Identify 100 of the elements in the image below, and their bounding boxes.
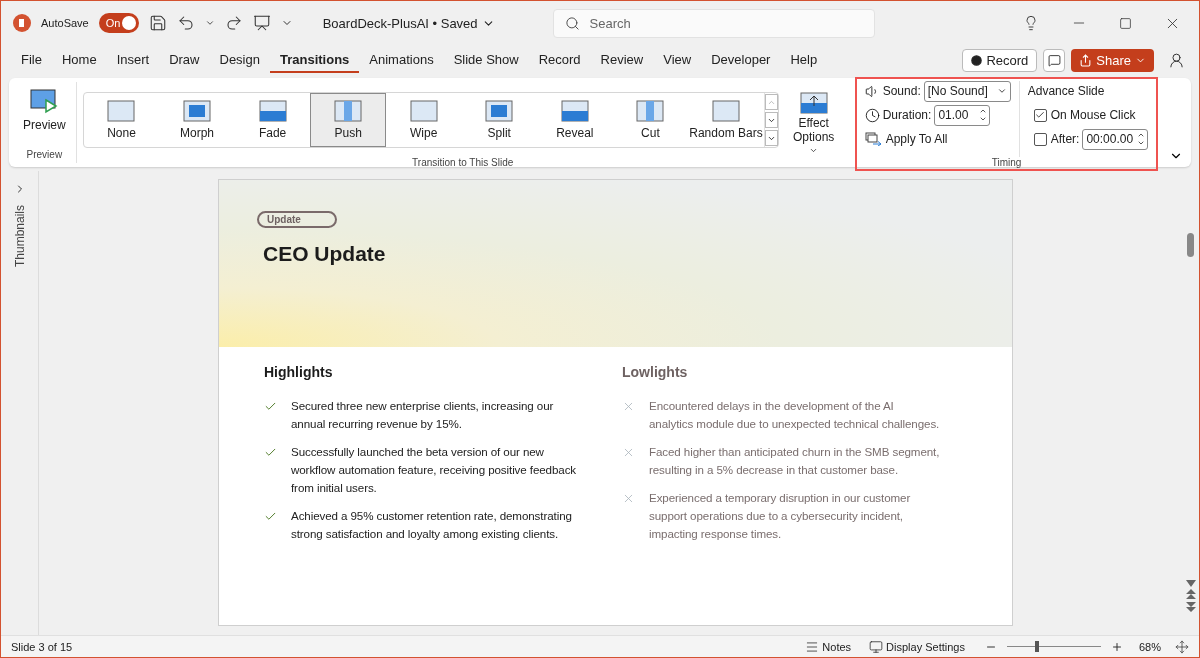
bullet-text: Encountered delays in the development of the AI analytics module due to unexpected technical challenges.	[649, 398, 940, 432]
comment-icon	[1047, 54, 1061, 67]
transition-icon	[560, 100, 589, 122]
transition-icon	[107, 100, 136, 122]
thumbnails-label[interactable]: Thumbnails	[12, 205, 27, 268]
transition-option[interactable]: Random Bars	[688, 93, 764, 147]
menu-tab[interactable]: Help	[780, 48, 828, 73]
advance-slide-label: Advance Slide	[1027, 84, 1105, 98]
lightbulb-icon[interactable]	[1023, 15, 1039, 31]
share-icon	[1079, 54, 1093, 67]
zoom-in-icon[interactable]	[1110, 640, 1123, 653]
menu-tab[interactable]: View	[653, 48, 702, 73]
clock-icon	[864, 107, 880, 123]
transition-option[interactable]: Wipe	[385, 93, 462, 147]
undo-icon[interactable]	[176, 14, 195, 32]
file-name[interactable]: BoardDeck-PlusAI • Saved	[316, 14, 501, 32]
duration-label: Duration:	[882, 108, 932, 122]
maximize-icon[interactable]	[1119, 16, 1132, 30]
autosave-label: AutoSave	[41, 17, 89, 29]
check-icon	[264, 400, 277, 413]
menu-tab[interactable]: Insert	[106, 48, 160, 73]
menu-tab[interactable]: Animations	[359, 48, 444, 73]
on-mouse-click-checkbox[interactable]: On Mouse Click	[1033, 108, 1136, 122]
group-label: Transition to This Slide	[412, 157, 514, 168]
transition-option[interactable]: None	[83, 93, 160, 147]
slide-tag: Update	[257, 211, 337, 228]
group-label: Preview	[26, 149, 63, 160]
transition-icon	[711, 100, 740, 122]
menu-tab[interactable]: Draw	[159, 48, 210, 73]
display-settings-button[interactable]: Display Settings	[863, 639, 971, 654]
preview-icon	[30, 88, 59, 114]
record-button[interactable]: Record	[962, 49, 1038, 72]
transition-option[interactable]: Morph	[159, 93, 235, 147]
record-dot-icon	[971, 55, 983, 66]
check-icon	[264, 446, 277, 459]
menu-tab[interactable]: Developer	[701, 48, 781, 73]
next-slide-icon[interactable]	[1185, 602, 1196, 613]
transition-option[interactable]: Push	[310, 93, 386, 147]
comment-button[interactable]	[1043, 49, 1066, 72]
checkbox-square[interactable]	[1033, 108, 1047, 122]
effect-options-button[interactable]: Effect Options	[784, 90, 843, 157]
apply-to-all-button[interactable]: Apply To All	[864, 132, 948, 146]
search-icon	[564, 15, 580, 31]
gallery-down-button[interactable]	[764, 112, 778, 128]
column-heading: Highlights	[264, 364, 334, 380]
fit-to-window-icon[interactable]	[1175, 639, 1189, 654]
check-icon	[264, 510, 277, 523]
transition-icon	[636, 100, 665, 122]
sound-label: Sound:	[882, 84, 921, 98]
cross-icon	[622, 446, 635, 459]
checkmark-icon	[1035, 110, 1046, 120]
gallery-more-button[interactable]	[764, 130, 778, 146]
redo-icon[interactable]	[224, 14, 243, 32]
caret-icon	[996, 86, 1007, 96]
transition-option[interactable]: Cut	[612, 93, 689, 147]
caret-icon	[809, 146, 819, 155]
column-heading: Lowlights	[622, 364, 689, 380]
bullet-text: Secured three new enterprise clients, increasing our annual recurring revenue by 15%.	[291, 398, 555, 432]
sound-dropdown[interactable]: [No Sound]	[923, 80, 1011, 102]
slide-title: CEO Update	[263, 242, 386, 266]
transition-option[interactable]: Reveal	[537, 93, 613, 147]
notes-icon	[805, 639, 820, 654]
bullet-text: Successfully launched the beta version of our new workflow automation feature, receiving positive feedback from initial users.	[291, 444, 578, 496]
caret-icon[interactable]	[204, 18, 215, 28]
app-logo-icon	[13, 14, 31, 32]
menu-tab[interactable]: Slide Show	[443, 48, 529, 73]
group-label: Timing	[991, 157, 1022, 168]
notes-button[interactable]: Notes	[799, 639, 858, 654]
presentation-icon[interactable]	[252, 14, 271, 32]
after-checkbox[interactable]: After:	[1033, 132, 1080, 146]
scroll-down-icon[interactable]	[1185, 580, 1196, 587]
transition-icon	[409, 100, 438, 122]
transition-icon	[334, 100, 363, 122]
menu-tab[interactable]: Design	[209, 48, 270, 73]
transition-option[interactable]: Fade	[234, 93, 311, 147]
transition-icon	[183, 100, 212, 122]
menu-tab[interactable]: Home	[51, 48, 107, 73]
apply-all-icon	[864, 132, 882, 146]
autosave-toggle[interactable]: On	[98, 13, 139, 33]
after-time-field[interactable]: 00:00.00	[1082, 128, 1149, 150]
menu-tab[interactable]: Transitions	[269, 48, 360, 73]
search-field[interactable]: Search	[552, 8, 875, 38]
cross-icon	[622, 492, 635, 505]
share-button[interactable]: Share	[1071, 49, 1154, 72]
bullet-text: Faced higher than anticipated churn in the SMB segment, resulting in a 5% decrease in that customer base.	[649, 444, 940, 478]
save-icon[interactable]	[148, 14, 167, 32]
duration-field[interactable]: 01.00	[934, 104, 991, 126]
zoom-percent[interactable]: 68%	[1138, 640, 1161, 653]
transition-option[interactable]: Split	[461, 93, 538, 147]
cross-icon	[622, 400, 635, 413]
menu-tab[interactable]: Record	[528, 48, 591, 73]
menu-tab[interactable]: File	[11, 48, 52, 73]
checkbox-square[interactable]	[1033, 132, 1047, 146]
scrollbar-thumb[interactable]	[1187, 233, 1194, 257]
preview-button[interactable]: Preview	[19, 86, 70, 134]
coauthor-icon[interactable]	[1168, 52, 1185, 69]
previous-slide-icon[interactable]	[1185, 589, 1196, 600]
menu-tab[interactable]: Review	[590, 48, 654, 73]
transition-icon	[485, 100, 514, 122]
monitor-icon	[869, 639, 884, 654]
